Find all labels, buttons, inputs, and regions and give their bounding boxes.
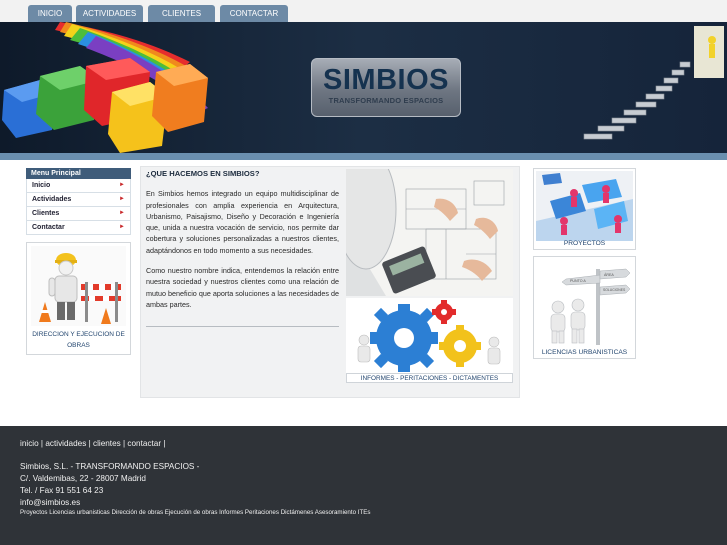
tab-clientes[interactable]: CLIENTES bbox=[148, 5, 215, 22]
licencias-box[interactable]: PUNTO A ÁREA SOLUCIONES LICENCIAS URBANI… bbox=[533, 256, 636, 359]
tab-contactar[interactable]: CONTACTAR bbox=[220, 5, 288, 22]
footer-keywords: Proyectos Licencias urbanisticas Direcci… bbox=[20, 509, 371, 516]
sign-label-3: SOLUCIONES bbox=[603, 288, 626, 292]
menu-item-label: Actividades bbox=[32, 196, 72, 203]
logo-subtitle: TRANSFORMANDO ESPACIOS bbox=[328, 96, 444, 105]
sign-label-2: ÁREA bbox=[604, 273, 614, 277]
simbios-logo[interactable]: SIMBIOS TRANSFORMANDO ESPACIOS bbox=[311, 58, 461, 117]
climbing-figure-icon bbox=[708, 36, 716, 44]
relationship-paragraph: Como nuestro nombre indica, entendemos l… bbox=[146, 266, 339, 309]
header-banner: SIMBIOS TRANSFORMANDO ESPACIOS bbox=[0, 22, 727, 153]
blue-gear-icon bbox=[370, 304, 438, 372]
menu-item-actividades[interactable]: Actividades ► bbox=[26, 193, 131, 207]
content-divider bbox=[146, 326, 339, 327]
menu-title: Menu Principal bbox=[26, 168, 131, 179]
footer-phone: Tel. / Fax 91 551 64 23 bbox=[20, 486, 104, 495]
arrow-right-icon: ► bbox=[119, 182, 125, 188]
arrow-right-icon: ► bbox=[119, 196, 125, 202]
logo-title: SIMBIOS bbox=[323, 64, 449, 96]
menu-item-label: Contactar bbox=[32, 224, 65, 231]
sign-label-1: PUNTO A bbox=[570, 279, 586, 283]
proyectos-box[interactable]: PROYECTOS bbox=[533, 168, 636, 250]
licencias-caption[interactable]: LICENCIAS URBANISTICAS bbox=[534, 348, 635, 358]
tab-inicio[interactable]: INICIO bbox=[28, 5, 72, 22]
menu-item-clientes[interactable]: Clientes ► bbox=[26, 207, 131, 221]
obras-caption[interactable]: DIRECCION Y EJECUCION DE OBRAS bbox=[27, 329, 130, 351]
footer-address: C/. Valdemibas, 22 - 28007 Madrid bbox=[20, 474, 146, 483]
main-menu: Menu Principal Inicio ► Actividades ► Cl… bbox=[26, 168, 131, 235]
menu-item-contactar[interactable]: Contactar ► bbox=[26, 221, 131, 235]
page-footer: inicio | actividades | clientes | contac… bbox=[0, 426, 727, 545]
informes-caption[interactable]: INFORMES - PERITACIONES - DICTAMENTES bbox=[346, 373, 513, 383]
arrow-right-icon: ► bbox=[119, 210, 125, 216]
footer-email[interactable]: info@simbios.es bbox=[20, 498, 80, 507]
proyectos-caption[interactable]: PROYECTOS bbox=[534, 239, 635, 249]
header-divider bbox=[0, 153, 727, 160]
menu-item-inicio[interactable]: Inicio ► bbox=[26, 179, 131, 193]
footer-company: Simbios, S.L. - TRANSFORMANDO ESPACIOS - bbox=[20, 462, 200, 471]
signpost-figures-image: PUNTO A ÁREA SOLUCIONES bbox=[536, 259, 633, 347]
footer-links[interactable]: inicio | actividades | clientes | contac… bbox=[20, 439, 166, 448]
menu-item-label: Inicio bbox=[32, 182, 51, 189]
arrow-right-icon: ► bbox=[119, 224, 125, 230]
obras-promo-box[interactable]: DIRECCION Y EJECUCION DE OBRAS bbox=[26, 242, 131, 355]
gears-illustration bbox=[346, 298, 513, 373]
menu-item-label: Clientes bbox=[32, 210, 60, 217]
page-heading: ¿QUE HACEMOS EN SIMBIOS? bbox=[146, 169, 260, 178]
main-text: ¿QUE HACEMOS EN SIMBIOS? En Simbios hemo… bbox=[146, 168, 339, 319]
proyectos-image bbox=[536, 171, 633, 241]
architect-blueprint-photo bbox=[346, 169, 513, 296]
tab-actividades[interactable]: ACTIVIDADES bbox=[76, 5, 143, 22]
intro-paragraph: En Simbios hemos integrado un equipo mul… bbox=[146, 189, 339, 255]
construction-worker-image bbox=[31, 246, 126, 326]
